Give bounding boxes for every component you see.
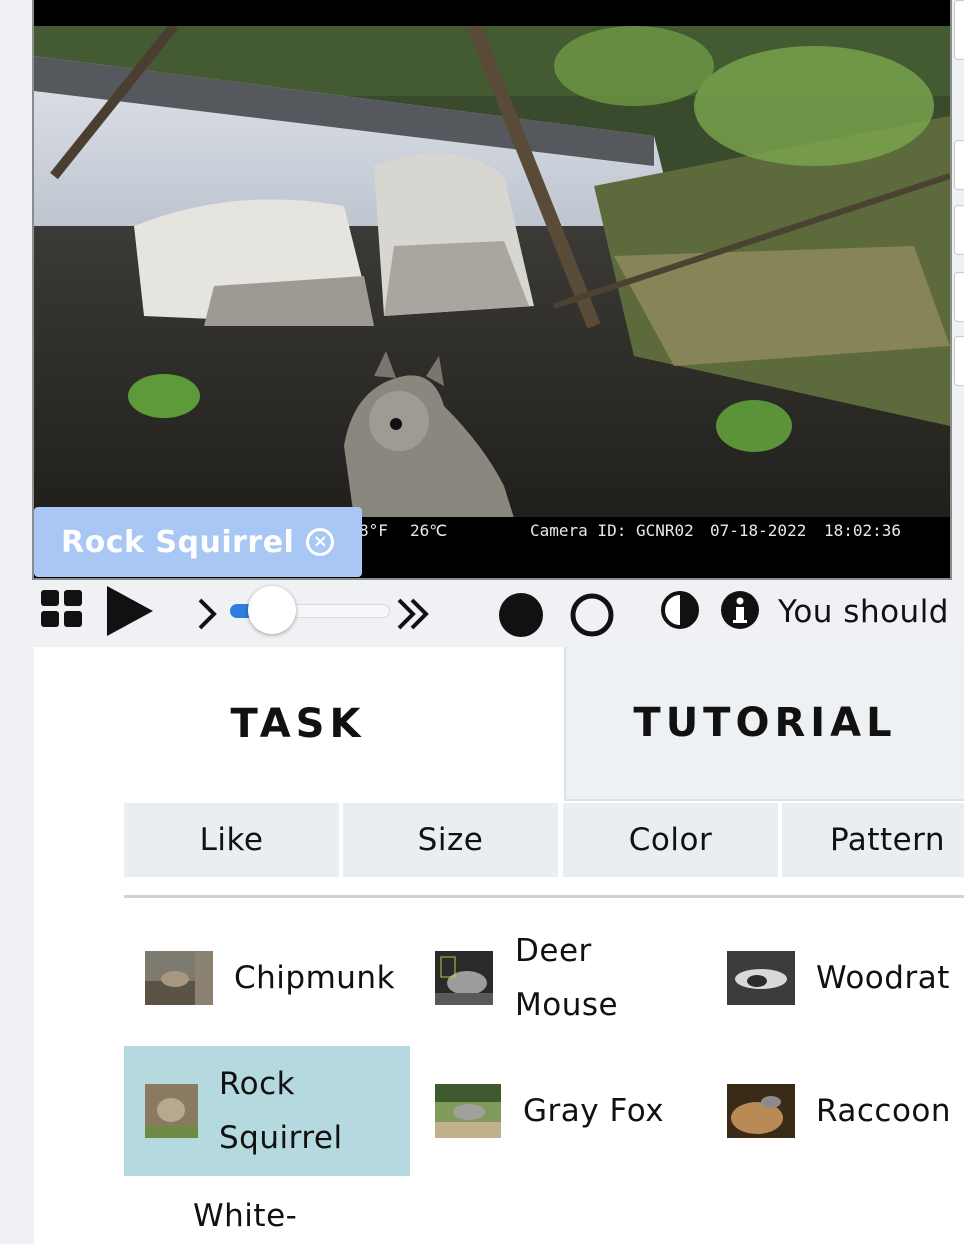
scrollbar-stub[interactable] (954, 272, 964, 322)
tab-tutorial[interactable]: TUTORIAL (564, 647, 964, 801)
species-name: Rock Squirrel (219, 1066, 343, 1156)
speed-slider-handle[interactable] (248, 586, 296, 634)
species-rock-squirrel[interactable]: Rock Squirrel (124, 1046, 410, 1176)
scrollbar-stub[interactable] (954, 0, 964, 60)
filter-label: Color (628, 822, 713, 858)
rock-squirrel-thumbnail (145, 1084, 198, 1138)
capture-date: 07-18-2022 (710, 521, 807, 540)
species-name: Gray Fox (523, 1093, 665, 1129)
species-name: Deer Mouse (515, 933, 619, 1023)
grid-icon[interactable] (41, 590, 83, 628)
chipmunk-thumbnail (145, 951, 213, 1005)
camera-id: Camera ID: GCNR02 (530, 521, 694, 540)
woodrat-thumbnail (727, 951, 795, 1005)
temperature-c: 26℃ (410, 521, 448, 540)
play-icon[interactable] (105, 586, 155, 636)
gray-fox-thumbnail (435, 1084, 501, 1138)
selected-species-tag[interactable]: Rock Squirrel × (34, 507, 362, 577)
info-icon[interactable] (720, 590, 760, 630)
filter-color[interactable]: Color (563, 803, 778, 877)
species-name: Chipmunk (234, 960, 396, 996)
tab-tutorial-label: TUTORIAL (633, 700, 897, 746)
species-chipmunk[interactable]: Chipmunk (124, 913, 410, 1043)
scrollbar-stub[interactable] (954, 336, 964, 386)
species-name: Raccoon (816, 1093, 952, 1129)
raccoon-thumbnail (727, 1084, 795, 1138)
filter-label: Size (417, 822, 484, 858)
species-gray-fox[interactable]: Gray Fox (413, 1046, 703, 1176)
filter-pattern[interactable]: Pattern (782, 803, 964, 877)
hollow-circle-icon[interactable] (569, 592, 615, 638)
scrollbar-stub[interactable] (954, 140, 964, 190)
camera-image-viewer[interactable]: 8°F 26℃ Camera ID: GCNR02 07-18-2022 18:… (32, 0, 952, 580)
species-woodrat[interactable]: Woodrat (706, 913, 964, 1043)
species-white-tailed[interactable]: White- (124, 1179, 410, 1244)
capture-time: 18:02:36 (824, 521, 902, 540)
species-empty-cell (706, 1179, 964, 1244)
filter-like[interactable]: Like (124, 803, 339, 877)
filter-label: Like (199, 822, 264, 858)
tab-task[interactable]: TASK (34, 647, 562, 801)
contrast-icon[interactable] (660, 590, 700, 630)
scrollbar-stub[interactable] (954, 205, 964, 255)
info-message: You should (778, 594, 949, 630)
species-empty-cell (413, 1179, 703, 1244)
species-name: White- (193, 1198, 298, 1234)
species-deer-mouse[interactable]: Deer Mouse (413, 913, 703, 1043)
temperature-f: 8°F (359, 521, 388, 540)
species-name: Woodrat (816, 960, 950, 996)
filter-label: Pattern (830, 822, 946, 858)
filter-divider (124, 895, 964, 898)
camera-trap-photo (34, 26, 950, 518)
tab-task-label: TASK (230, 701, 366, 747)
remove-tag-close-icon[interactable]: × (306, 528, 335, 556)
fast-forward-icon[interactable] (396, 597, 432, 631)
selected-species-label: Rock Squirrel (61, 524, 295, 560)
filled-circle-icon[interactable] (498, 592, 544, 638)
deer-mouse-thumbnail (435, 951, 493, 1005)
step-forward-icon[interactable] (196, 597, 218, 631)
filter-size[interactable]: Size (343, 803, 558, 877)
species-raccoon[interactable]: Raccoon (706, 1046, 964, 1176)
